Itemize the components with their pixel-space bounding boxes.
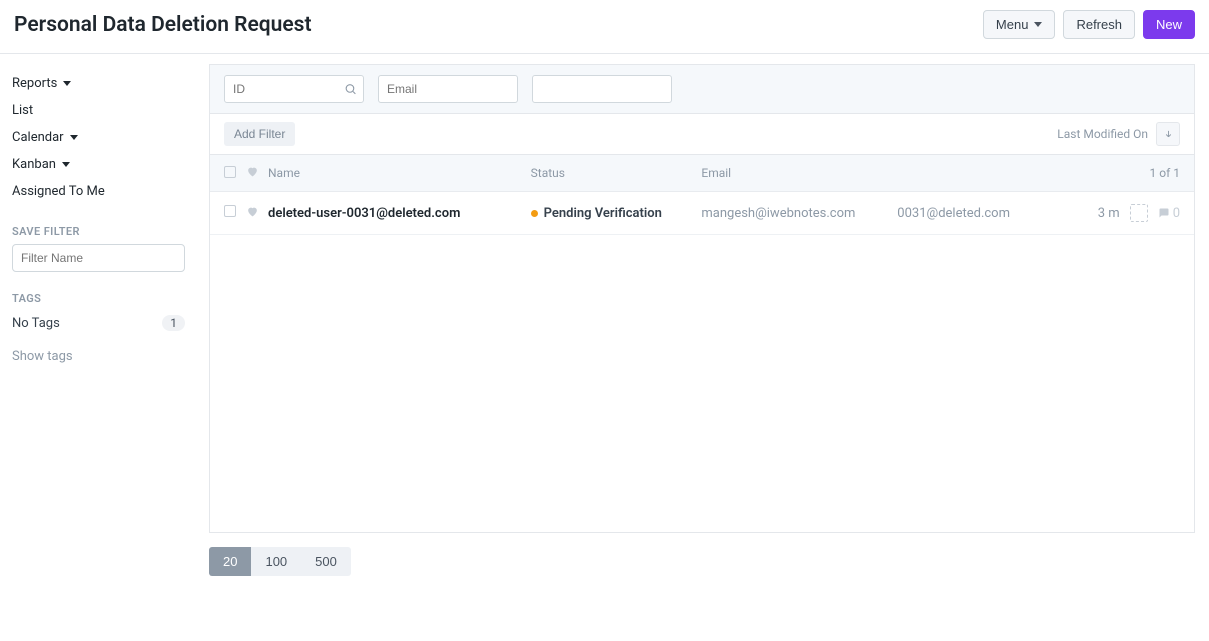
sidebar-item-list[interactable]: List — [12, 97, 185, 124]
tag-label: No Tags — [12, 316, 60, 331]
sidebar-item-label: Kanban — [12, 157, 56, 172]
page-title: Personal Data Deletion Request — [14, 13, 312, 37]
comment-icon — [1158, 207, 1170, 219]
caret-down-icon — [1034, 22, 1042, 27]
row-age: 3 m — [1098, 206, 1120, 221]
row-comments-count: 0 — [1173, 206, 1180, 221]
table-row[interactable]: deleted-user-0031@deleted.com Pending Ve… — [210, 192, 1194, 235]
blank-filter-input[interactable] — [532, 75, 672, 103]
menu-button-label: Menu — [996, 17, 1029, 32]
id-filter-wrap — [224, 75, 364, 103]
sidebar-item-label: Reports — [12, 76, 57, 91]
sidebar: Reports List Calendar Kanban Assigned To… — [0, 54, 195, 590]
search-icon — [344, 83, 357, 96]
list-wrapper: Name Status Email 1 of 1 deleted-user-00… — [209, 154, 1195, 533]
page-size-500[interactable]: 500 — [301, 547, 351, 576]
list-header: Name Status Email 1 of 1 — [210, 155, 1194, 192]
show-tags-link[interactable]: Show tags — [12, 349, 185, 364]
column-status: Status — [531, 166, 702, 180]
new-button[interactable]: New — [1143, 10, 1195, 39]
sidebar-item-label: Calendar — [12, 130, 64, 145]
row-checkbox[interactable] — [224, 205, 236, 217]
row-status: Pending Verification — [531, 206, 702, 221]
row-email: mangesh@iwebnotes.com — [701, 206, 878, 221]
sort-area: Last Modified On — [1057, 122, 1180, 146]
page-size-100[interactable]: 100 — [251, 547, 301, 576]
row-meta: 3 m 0 — [1010, 204, 1180, 222]
status-indicator-icon — [531, 210, 538, 217]
heart-icon[interactable] — [246, 205, 259, 218]
add-filter-button[interactable]: Add Filter — [224, 122, 295, 146]
id-filter-input[interactable] — [224, 75, 364, 103]
caret-down-icon — [70, 135, 78, 140]
sidebar-item-calendar[interactable]: Calendar — [12, 124, 185, 151]
select-all-checkbox[interactable] — [224, 166, 236, 178]
sidebar-item-assigned-to-me[interactable]: Assigned To Me — [12, 178, 185, 205]
tag-count: 1 — [162, 315, 185, 331]
row-extra: 0031@deleted.com — [879, 206, 1010, 221]
filter-name-input[interactable] — [12, 244, 185, 272]
top-actions: Menu Refresh New — [983, 10, 1195, 39]
email-filter-input[interactable] — [378, 75, 518, 103]
menu-button[interactable]: Menu — [983, 10, 1056, 39]
sort-direction-button[interactable] — [1156, 122, 1180, 146]
column-email: Email — [701, 166, 878, 180]
column-name: Name — [268, 166, 531, 180]
sidebar-item-kanban[interactable]: Kanban — [12, 151, 185, 178]
row-name: deleted-user-0031@deleted.com — [268, 206, 531, 221]
caret-down-icon — [62, 162, 70, 167]
save-filter-heading: SAVE FILTER — [12, 225, 185, 238]
arrow-down-icon — [1163, 129, 1174, 140]
tag-no-tags[interactable]: No Tags 1 — [12, 311, 185, 335]
avatar-placeholder-icon — [1130, 204, 1148, 222]
topbar: Personal Data Deletion Request Menu Refr… — [0, 0, 1209, 54]
list-body: deleted-user-0031@deleted.com Pending Ve… — [210, 192, 1194, 532]
layout: Reports List Calendar Kanban Assigned To… — [0, 54, 1209, 590]
page-size-20[interactable]: 20 — [209, 547, 251, 576]
toolbar-row: Add Filter Last Modified On — [209, 114, 1195, 154]
row-comments[interactable]: 0 — [1158, 206, 1180, 221]
filter-bar — [209, 64, 1195, 114]
refresh-button[interactable]: Refresh — [1063, 10, 1135, 39]
sidebar-item-label: Assigned To Me — [12, 184, 105, 199]
row-status-text: Pending Verification — [544, 206, 662, 221]
heart-icon[interactable] — [246, 165, 259, 178]
sidebar-item-label: List — [12, 103, 33, 118]
sort-label[interactable]: Last Modified On — [1057, 127, 1148, 141]
tags-heading: TAGS — [12, 292, 185, 305]
page-size-selector: 20 100 500 — [209, 547, 351, 576]
sidebar-item-reports[interactable]: Reports — [12, 70, 185, 97]
caret-down-icon — [63, 81, 71, 86]
page-range: 1 of 1 — [1010, 166, 1180, 180]
main: Add Filter Last Modified On Name Status … — [195, 54, 1209, 590]
